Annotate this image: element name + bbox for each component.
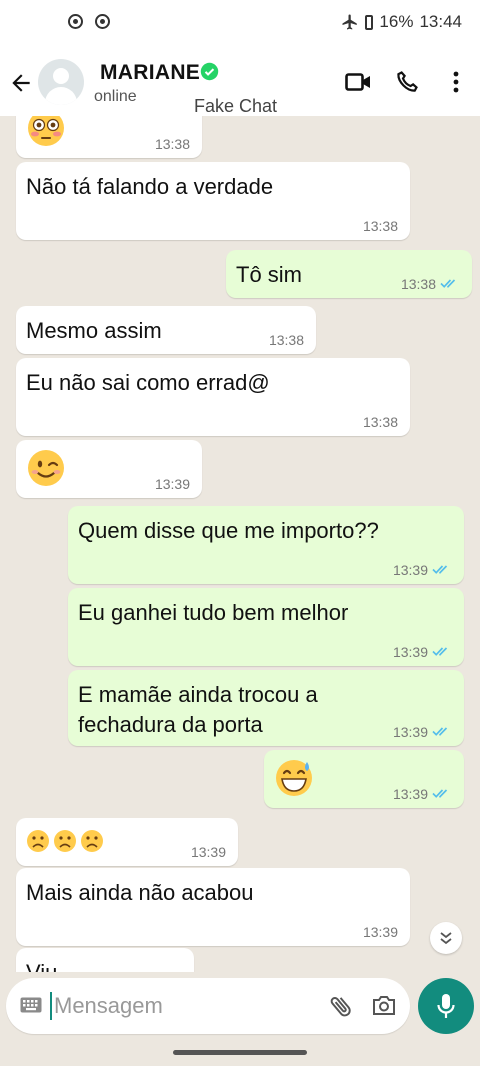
message-bubble[interactable]: Eu ganhei tudo bem melhor 13:39 xyxy=(68,588,464,666)
chat-header: MARIANE online Fake Chat xyxy=(0,50,480,116)
message-bubble[interactable]: 13:38 xyxy=(16,116,202,158)
message-bubble[interactable]: 13:39 xyxy=(16,440,202,498)
message-time: 13:39 xyxy=(392,562,428,578)
message-time: 13:39 xyxy=(392,786,428,802)
clock: 13:44 xyxy=(419,12,462,31)
back-arrow-icon[interactable] xyxy=(8,68,34,98)
verified-badge-icon xyxy=(200,62,219,81)
camera-icon[interactable] xyxy=(372,994,396,1016)
message-bubble[interactable]: Tô sim 13:38 xyxy=(226,250,472,298)
winking-face-emoji xyxy=(28,450,64,486)
message-time: 13:38 xyxy=(400,276,436,292)
home-gesture-handle[interactable] xyxy=(173,1050,307,1055)
message-bubble[interactable]: Não tá falando a verdade 13:38 xyxy=(16,162,410,240)
message-time: 13:38 xyxy=(362,414,398,430)
message-bubble[interactable]: Mais ainda não acabou 13:39 xyxy=(16,868,410,946)
message-bubble[interactable]: Mesmo assim 13:38 xyxy=(16,306,316,354)
message-bubble[interactable]: E mamãe ainda trocou a fechadura da port… xyxy=(68,670,464,746)
message-bubble[interactable]: Viu xyxy=(16,948,194,972)
contact-name[interactable]: MARIANE xyxy=(100,61,200,85)
read-receipt-icon xyxy=(432,789,448,798)
message-input[interactable] xyxy=(54,990,314,1022)
airplane-mode-icon xyxy=(342,14,358,30)
frowning-face-emoji xyxy=(27,830,103,852)
message-time: 13:38 xyxy=(154,136,190,152)
keyboard-icon[interactable] xyxy=(20,997,42,1013)
message-bubble[interactable]: Quem disse que me importo?? 13:39 xyxy=(68,506,464,584)
read-receipt-icon xyxy=(432,565,448,574)
microphone-icon xyxy=(437,994,455,1018)
read-receipt-icon xyxy=(440,279,456,288)
notification-icon xyxy=(68,14,83,29)
voice-message-button[interactable] xyxy=(418,978,474,1034)
battery-level: 16% xyxy=(379,12,414,31)
status-bar: 16% 13:44 xyxy=(0,0,480,50)
contact-status: online xyxy=(94,88,137,105)
message-list[interactable]: 13:38 Não tá falando a verdade 13:38 Tô … xyxy=(0,116,480,972)
message-time: 13:39 xyxy=(362,924,398,940)
read-receipt-icon xyxy=(432,727,448,736)
message-text: E mamãe ainda trocou a fechadura da port… xyxy=(78,682,318,737)
message-time: 13:39 xyxy=(190,844,226,860)
double-chevron-down-icon xyxy=(440,932,452,945)
battery-icon xyxy=(365,14,374,30)
more-options-icon[interactable] xyxy=(446,70,466,94)
paperclip-icon[interactable] xyxy=(328,993,354,1019)
message-text: Mesmo assim xyxy=(26,318,162,343)
scroll-to-bottom-button[interactable] xyxy=(430,922,462,954)
message-time: 13:39 xyxy=(392,724,428,740)
message-time: 13:38 xyxy=(362,218,398,234)
message-text: Viu xyxy=(26,958,57,972)
flushed-face-emoji xyxy=(28,116,64,146)
message-time: 13:39 xyxy=(392,644,428,660)
message-time: 13:38 xyxy=(268,332,304,348)
text-caret xyxy=(50,992,52,1020)
message-composer xyxy=(6,978,410,1034)
notification-icon xyxy=(95,14,110,29)
message-time: 13:39 xyxy=(154,476,190,492)
message-text: Tô sim xyxy=(236,262,302,287)
avatar[interactable] xyxy=(38,59,84,105)
video-call-icon[interactable] xyxy=(345,71,371,93)
message-text: Quem disse que me importo?? xyxy=(78,518,379,543)
message-text: Mais ainda não acabou xyxy=(26,880,254,905)
read-receipt-icon xyxy=(432,647,448,656)
message-bubble[interactable]: 13:39 xyxy=(264,750,464,808)
navigation-bar xyxy=(0,1040,480,1066)
phone-call-icon[interactable] xyxy=(395,70,419,94)
message-text: Eu ganhei tudo bem melhor xyxy=(78,600,349,625)
message-text: Eu não sai como errad@ xyxy=(26,370,270,395)
watermark: Fake Chat xyxy=(194,96,278,116)
grinning-sweat-emoji xyxy=(276,760,312,796)
message-bubble[interactable]: Eu não sai como errad@ 13:38 xyxy=(16,358,410,436)
message-text: Não tá falando a verdade xyxy=(26,174,274,199)
message-bubble[interactable]: 13:39 xyxy=(16,818,238,866)
